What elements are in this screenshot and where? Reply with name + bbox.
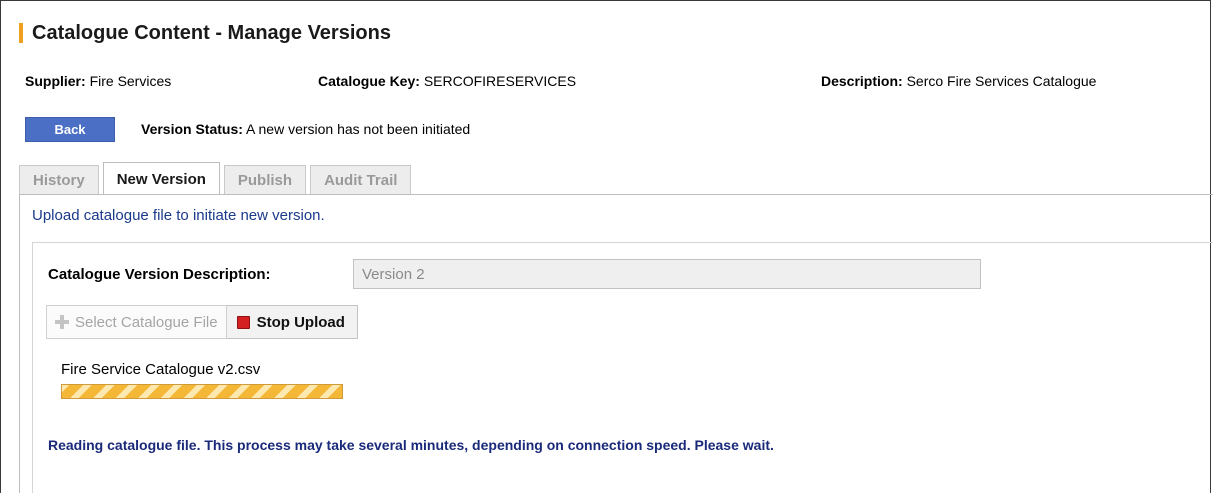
- catalogue-key-label: Catalogue Key:: [318, 73, 420, 89]
- version-description-row: Catalogue Version Description:: [48, 259, 981, 289]
- stop-upload-button[interactable]: Stop Upload: [226, 305, 358, 339]
- version-status-label: Version Status:: [141, 121, 243, 137]
- tab-content: Upload catalogue file to initiate new ve…: [19, 194, 1213, 493]
- upload-progress-fill: [62, 385, 342, 398]
- supplier-value: Fire Services: [89, 73, 172, 89]
- catalogue-key-value: SERCOFIRESERVICES: [423, 73, 577, 89]
- catalogue-meta: Supplier: Fire Services Catalogue Key: S…: [25, 73, 1213, 91]
- back-button[interactable]: Back: [25, 116, 115, 142]
- reading-message: Reading catalogue file. This process may…: [48, 437, 774, 453]
- tab-history[interactable]: History: [19, 165, 99, 195]
- tab-publish[interactable]: Publish: [223, 165, 307, 195]
- upload-file-name: Fire Service Catalogue v2.csv: [61, 361, 261, 378]
- upload-hint: Upload catalogue file to initiate new ve…: [32, 207, 325, 224]
- status-row: Back Version Status: A new version has n…: [25, 116, 470, 142]
- upload-panel: Catalogue Version Description: Select Ca…: [32, 242, 1213, 493]
- stop-upload-label: Stop Upload: [256, 313, 345, 331]
- select-catalogue-file-button[interactable]: Select Catalogue File: [46, 305, 227, 339]
- description-label: Description:: [821, 73, 903, 89]
- tab-bar: History New Version Publish Audit Trail: [19, 162, 415, 195]
- upload-progress-bar: [61, 384, 343, 399]
- tab-new-version[interactable]: New Version: [102, 162, 220, 195]
- page-title: Catalogue Content - Manage Versions: [32, 21, 391, 44]
- supplier-info: Supplier: Fire Services: [25, 73, 171, 89]
- description-info: Description: Serco Fire Services Catalog…: [821, 73, 1096, 89]
- title-bar: Catalogue Content - Manage Versions: [19, 20, 391, 46]
- plus-icon: [55, 315, 69, 329]
- version-status-value: A new version has not been initiated: [246, 121, 471, 137]
- description-value: Serco Fire Services Catalogue: [906, 73, 1097, 89]
- supplier-label: Supplier:: [25, 73, 86, 89]
- title-accent-bar: [19, 23, 23, 43]
- stop-icon: [236, 315, 250, 329]
- select-catalogue-file-label: Select Catalogue File: [75, 313, 218, 331]
- upload-buttons: Select Catalogue File Stop Upload: [46, 305, 358, 339]
- catalogue-key-info: Catalogue Key: SERCOFIRESERVICES: [318, 73, 576, 89]
- tab-audit-trail[interactable]: Audit Trail: [310, 165, 412, 195]
- version-description-input[interactable]: [353, 259, 981, 289]
- version-description-label: Catalogue Version Description:: [48, 265, 271, 283]
- version-status: Version Status: A new version has not be…: [141, 121, 470, 137]
